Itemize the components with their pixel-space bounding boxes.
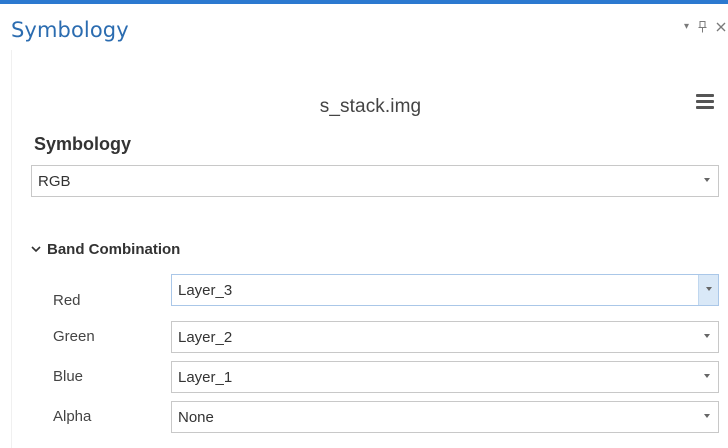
- chevron-down-icon: [704, 414, 710, 418]
- band-label-red: Red: [53, 292, 81, 309]
- symbology-content: s_stack.img Symbology RGB Band Combinati…: [11, 50, 728, 448]
- chevron-down-icon: [31, 246, 41, 253]
- pane-title: Symbology: [11, 18, 129, 42]
- band-combination-toggle[interactable]: Band Combination: [31, 241, 180, 258]
- chevron-down-icon: [704, 334, 710, 338]
- renderer-value: RGB: [38, 173, 71, 190]
- band-value-green: Layer_2: [178, 329, 233, 346]
- pin-icon[interactable]: [698, 21, 707, 33]
- band-label-alpha: Alpha: [53, 408, 92, 425]
- band-value-alpha: None: [178, 409, 214, 426]
- chevron-down-icon[interactable]: ▾: [684, 19, 689, 35]
- band-dropdown-red[interactable]: Layer_3: [171, 274, 719, 306]
- chevron-down-icon: [704, 374, 710, 378]
- layer-name: s_stack.img: [319, 96, 422, 117]
- symbology-section-title: Symbology: [34, 134, 132, 154]
- symbology-pane: Symbology ▾ s_stack.img Symbology RGB Ba…: [0, 0, 728, 448]
- renderer-dropdown[interactable]: RGB: [31, 165, 719, 197]
- close-icon[interactable]: [716, 22, 726, 32]
- chevron-down-icon: [704, 178, 710, 182]
- pane-controls: ▾: [684, 19, 726, 35]
- band-label-green: Green: [53, 328, 95, 345]
- band-value-red: Layer_3: [178, 282, 233, 299]
- band-value-blue: Layer_1: [178, 369, 233, 386]
- dropdown-button[interactable]: [698, 275, 718, 305]
- band-dropdown-green[interactable]: Layer_2: [171, 321, 719, 353]
- band-dropdown-blue[interactable]: Layer_1: [171, 361, 719, 393]
- chevron-down-icon: [706, 287, 712, 291]
- band-label-blue: Blue: [53, 368, 84, 385]
- band-combination-title: Band Combination: [47, 241, 181, 258]
- band-dropdown-alpha[interactable]: None: [171, 401, 719, 433]
- pane-accent-bar: [0, 0, 728, 4]
- hamburger-menu-icon[interactable]: [696, 94, 714, 110]
